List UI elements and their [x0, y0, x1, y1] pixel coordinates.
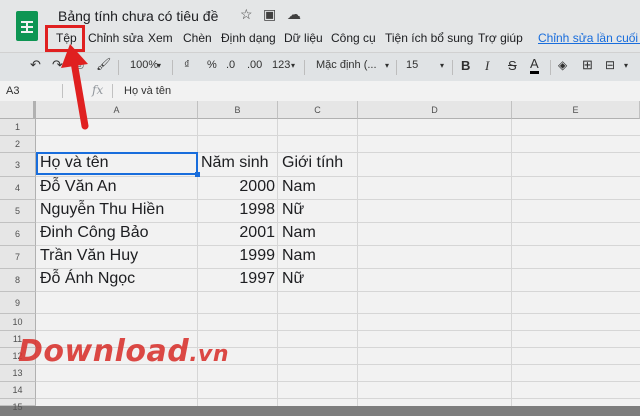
cell-name[interactable]: Nguyễn Thu Hiền [40, 201, 164, 219]
cell-year[interactable]: 2000 [198, 178, 275, 196]
row-header-4[interactable]: 4 [0, 177, 36, 200]
cell-year[interactable]: 2001 [198, 224, 275, 242]
toolbar-divider [172, 60, 173, 75]
toolbar-divider [396, 60, 397, 75]
name-box[interactable]: A3 [6, 85, 19, 97]
grid-line [36, 268, 640, 269]
cell-name[interactable]: Trần Văn Huy [40, 247, 138, 265]
menu-format[interactable]: Định dạng [221, 31, 276, 45]
cell-year[interactable]: 1998 [198, 201, 275, 219]
select-all-corner[interactable] [0, 101, 36, 119]
font-family-select[interactable]: Mặc định (... [316, 59, 377, 71]
cell-name[interactable]: Đỗ Văn An [40, 178, 117, 196]
watermark-download-vn: Download.vn [18, 334, 229, 369]
more-formats-dropdown-icon[interactable]: ▾ [291, 61, 295, 70]
selected-cell-a3[interactable] [36, 152, 200, 177]
row-header-8[interactable]: 8 [0, 269, 36, 292]
column-header-c[interactable]: C [278, 101, 358, 119]
grid-line [36, 330, 640, 331]
grid-line [36, 245, 640, 246]
row-header-3[interactable]: 3 [0, 153, 36, 177]
grid-line [36, 381, 640, 382]
grid-line [36, 176, 640, 177]
merge-cells-icon[interactable]: ⊟ [605, 58, 615, 72]
formula-divider [112, 84, 113, 98]
column-header-d[interactable]: D [358, 101, 512, 119]
grid-line [36, 291, 640, 292]
zoom-dropdown-icon[interactable]: ▾ [157, 61, 161, 70]
formula-input[interactable]: Họ và tên [124, 85, 171, 97]
font-size-select[interactable]: 15 [406, 59, 418, 71]
move-folder-icon[interactable]: ▣ [263, 6, 276, 23]
cloud-status-icon[interactable]: ☁ [287, 6, 301, 23]
cell-gender[interactable]: Nữ [282, 270, 304, 288]
text-color-button[interactable]: A [530, 57, 539, 74]
menu-insert[interactable]: Chèn [183, 31, 212, 45]
bold-button[interactable]: B [461, 58, 470, 73]
sheets-logo-icon[interactable] [16, 11, 38, 41]
menu-addons[interactable]: Tiện ích bổ sung [385, 31, 473, 45]
cell-gender[interactable]: Nữ [282, 201, 304, 219]
grid-line [36, 313, 640, 314]
borders-icon[interactable]: ⊞ [582, 57, 593, 73]
row-header-10[interactable]: 10 [0, 314, 36, 331]
cell-name[interactable]: Đỗ Ánh Ngọc [40, 270, 135, 288]
cell-year[interactable]: 1999 [198, 247, 275, 265]
star-icon[interactable]: ☆ [240, 6, 253, 23]
fill-color-icon[interactable]: ◈ [558, 58, 567, 72]
row-header-1[interactable]: 1 [0, 119, 36, 136]
zoom-select[interactable]: 100% [130, 59, 158, 71]
cell-gender[interactable]: Nam [282, 224, 316, 242]
percent-format-button[interactable]: % [207, 59, 217, 71]
red-arrow-icon [61, 44, 89, 130]
row-header-15[interactable]: 15 [0, 399, 36, 412]
cell-name[interactable]: Đinh Công Bảo [40, 224, 149, 242]
menu-view[interactable]: Xem [148, 31, 173, 45]
row-header-7[interactable]: 7 [0, 246, 36, 269]
cell-c3-header[interactable]: Giới tính [282, 154, 343, 172]
merge-dropdown-icon[interactable]: ▾ [624, 61, 628, 70]
last-edit-link[interactable]: Chỉnh sửa lần cuối vài [538, 31, 640, 45]
watermark-suffix: .vn [189, 342, 230, 367]
grid-line [277, 119, 278, 406]
grid-line [36, 222, 640, 223]
grid-line [36, 398, 640, 399]
watermark-main: Download [18, 334, 190, 369]
toolbar-divider [550, 60, 551, 75]
grid-line [36, 135, 640, 136]
menu-data[interactable]: Dữ liệu [284, 31, 323, 45]
toolbar-divider [118, 60, 119, 75]
increase-decimal-button[interactable]: .00 [247, 59, 262, 71]
grid-line [511, 119, 512, 406]
spreadsheet-app: Bảng tính chưa có tiêu đề ☆ ▣ ☁ Tệp Chỉn… [0, 0, 640, 412]
row-header-2[interactable]: 2 [0, 136, 36, 153]
cell-gender[interactable]: Nam [282, 178, 316, 196]
row-header-6[interactable]: 6 [0, 223, 36, 246]
toolbar-divider [452, 60, 453, 75]
menu-help[interactable]: Trợ giúp [478, 31, 523, 45]
italic-button[interactable]: I [485, 58, 489, 74]
row-header-5[interactable]: 5 [0, 200, 36, 223]
grid-line [357, 119, 358, 406]
strikethrough-button[interactable]: S [508, 58, 517, 73]
more-formats-button[interactable]: 123 [272, 59, 290, 71]
font-dropdown-icon[interactable]: ▾ [385, 61, 389, 70]
font-size-dropdown-icon[interactable]: ▾ [440, 61, 444, 70]
cell-gender[interactable]: Nam [282, 247, 316, 265]
decrease-decimal-button[interactable]: .0 [226, 59, 235, 71]
grid-line [36, 199, 640, 200]
undo-icon[interactable]: ↶ [30, 57, 41, 73]
menu-tools[interactable]: Công cụ [331, 31, 376, 45]
row-header-14[interactable]: 14 [0, 382, 36, 399]
row-header-9[interactable]: 9 [0, 292, 36, 314]
column-header-b[interactable]: B [198, 101, 278, 119]
cell-b3-header[interactable]: Năm sinh [201, 154, 269, 172]
column-header-e[interactable]: E [512, 101, 640, 119]
toolbar-divider [304, 60, 305, 75]
cell-year[interactable]: 1997 [198, 270, 275, 288]
document-title[interactable]: Bảng tính chưa có tiêu đề [58, 8, 218, 24]
currency-format-button[interactable]: ₫ [184, 59, 190, 71]
